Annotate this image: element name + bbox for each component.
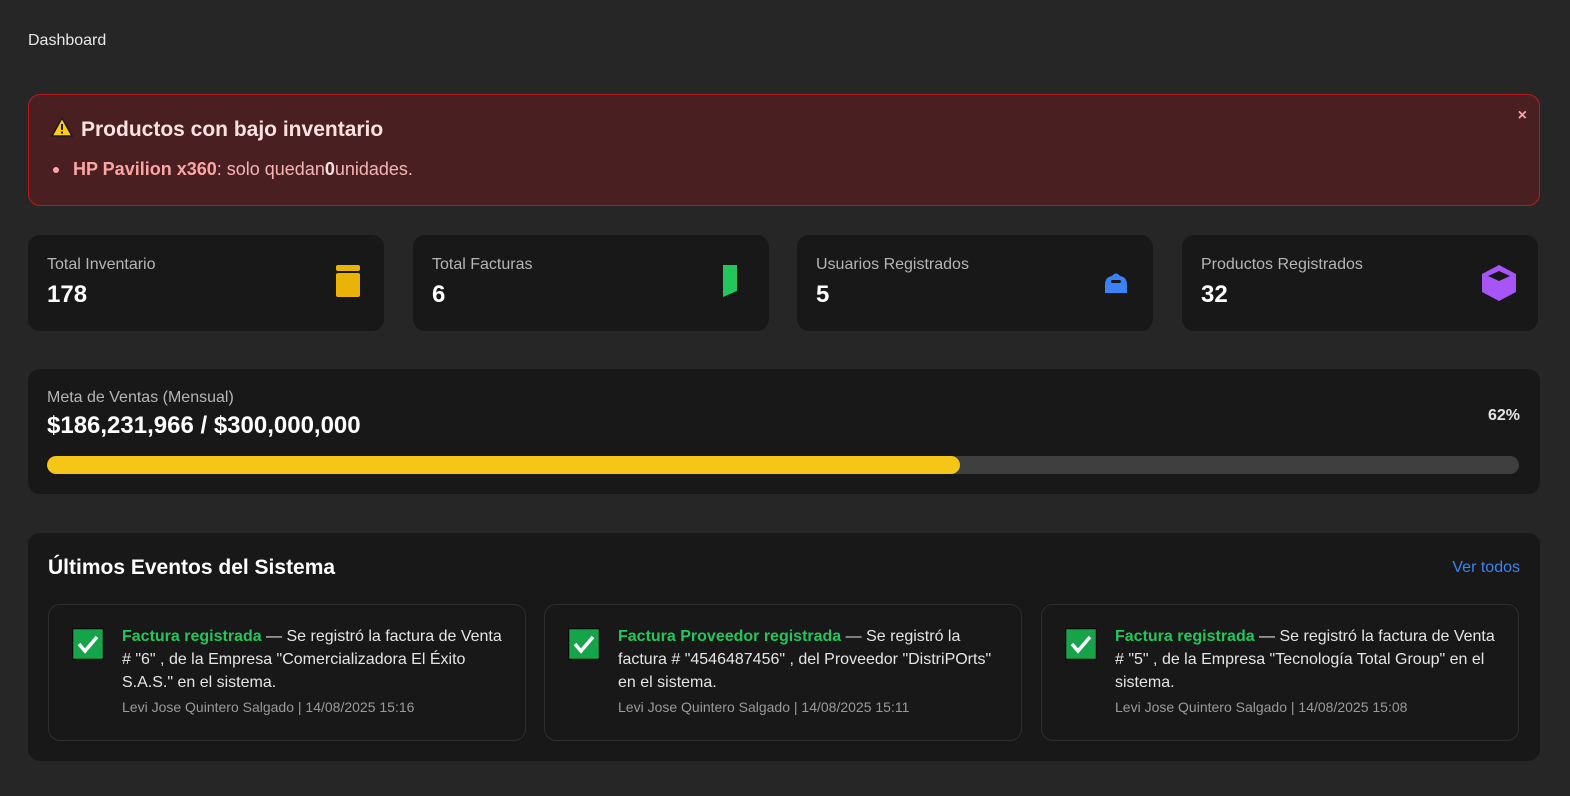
sales-goal-amount: $186,231,966 / $300,000,000 (47, 412, 361, 439)
event-card[interactable]: Factura registrada — Se registró la fact… (1041, 604, 1519, 741)
sales-goal-progress-fill (47, 456, 960, 474)
event-type: Factura registrada (1115, 628, 1255, 645)
sales-goal-progress-track (47, 456, 1519, 474)
alert-header: Productos con bajo inventario (50, 116, 384, 143)
alert-list-item: HP Pavilion x360: solo quedan 0 unidades… (51, 159, 413, 180)
stat-value: 6 (432, 281, 446, 308)
event-meta: Levi Jose Quintero Salgado | 14/08/2025 … (618, 699, 910, 715)
inventory-box-icon (336, 265, 360, 302)
stat-label: Productos Registrados (1201, 256, 1363, 273)
event-type: Factura registrada (122, 628, 262, 645)
sales-goal-percent: 62% (1487, 407, 1520, 424)
alert-quantity: 0 (324, 159, 335, 179)
stat-value: 32 (1201, 281, 1228, 308)
system-events-panel: Últimos Eventos del Sistema Ver todos Fa… (28, 533, 1540, 761)
event-meta: Levi Jose Quintero Salgado | 14/08/2025 … (122, 699, 415, 715)
event-meta: Levi Jose Quintero Salgado | 14/08/2025 … (1115, 699, 1408, 715)
event-text: Factura Proveedor registrada — Se regist… (618, 625, 998, 694)
stat-value: 5 (816, 281, 830, 308)
event-text: Factura registrada — Se registró la fact… (1115, 625, 1495, 694)
alert-text-before: : solo quedan (216, 159, 325, 179)
stat-label: Total Inventario (47, 256, 156, 273)
event-type: Factura Proveedor registrada (618, 628, 842, 645)
check-icon (71, 627, 105, 665)
alert-product-name: HP Pavilion x360 (73, 159, 217, 179)
warning-icon (50, 116, 74, 143)
cube-icon (1482, 265, 1516, 306)
stat-label: Total Facturas (432, 256, 533, 273)
stat-value: 178 (47, 281, 88, 308)
alert-list: HP Pavilion x360: solo quedan 0 unidades… (51, 159, 413, 180)
alert-close-button[interactable]: × (1518, 107, 1527, 125)
alert-title: Productos con bajo inventario (81, 118, 384, 141)
user-icon (1103, 271, 1129, 298)
alert-text-after: unidades. (334, 159, 413, 179)
check-icon (1064, 627, 1098, 665)
event-card[interactable]: Factura registrada — Se registró la fact… (48, 604, 526, 741)
invoice-icon (721, 265, 737, 302)
event-card[interactable]: Factura Proveedor registrada — Se regist… (544, 604, 1022, 741)
stat-card-inventory[interactable]: Total Inventario 178 (28, 235, 384, 331)
low-inventory-alert: Productos con bajo inventario × HP Pavil… (28, 94, 1540, 206)
events-title: Últimos Eventos del Sistema (48, 556, 336, 579)
sales-goal-label: Meta de Ventas (Mensual) (47, 389, 234, 406)
view-all-link[interactable]: Ver todos (1452, 559, 1520, 577)
page-title: Dashboard (28, 32, 107, 49)
stat-card-products[interactable]: Productos Registrados 32 (1182, 235, 1538, 331)
stat-card-users[interactable]: Usuarios Registrados 5 (797, 235, 1153, 331)
stat-label: Usuarios Registrados (816, 256, 969, 273)
event-text: Factura registrada — Se registró la fact… (122, 625, 502, 694)
check-icon (567, 627, 601, 665)
stat-card-invoices[interactable]: Total Facturas 6 (413, 235, 769, 331)
sales-goal-card: Meta de Ventas (Mensual) $186,231,966 / … (28, 369, 1540, 494)
